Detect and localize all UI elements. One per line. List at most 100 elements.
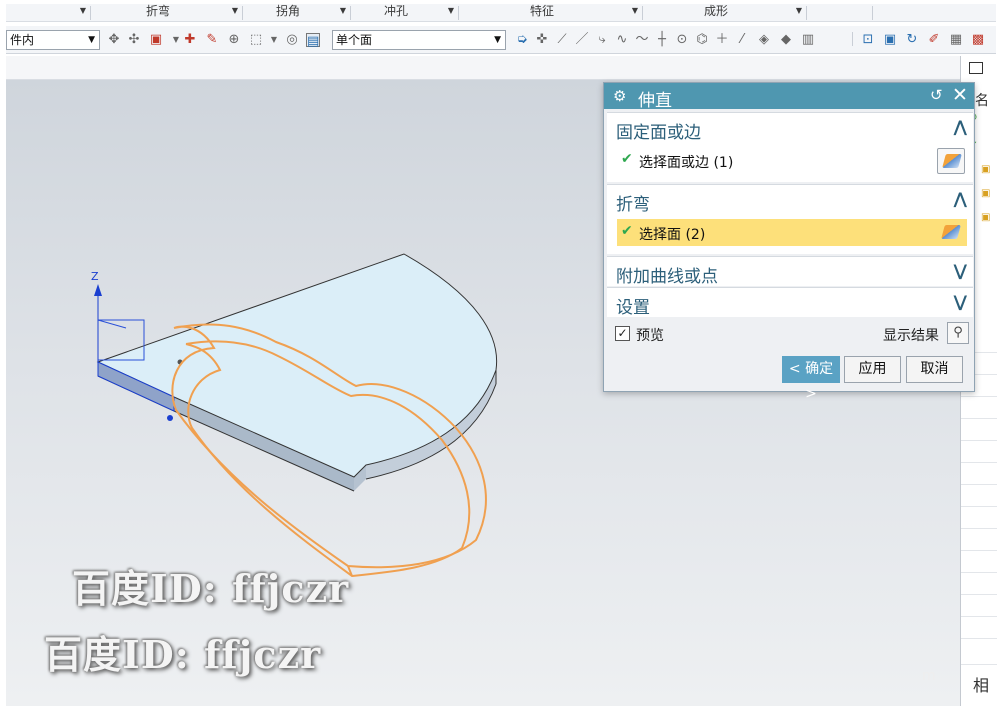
triad-z-label: Z <box>91 270 99 283</box>
view-tab-strip <box>6 56 996 80</box>
preview-row: ✓ 预览 显示结果 ⚲ <box>607 320 973 348</box>
apply-button[interactable]: 应用 <box>844 356 901 383</box>
rectangle-select-icon[interactable]: ⬚ <box>248 32 264 48</box>
magnifier-icon: ⚲ <box>953 325 963 340</box>
select-face-or-edge-row[interactable]: ✔ 选择面或边 (1) <box>617 147 967 174</box>
line-end-icon[interactable]: ⟋ <box>554 32 570 48</box>
bounded-icon[interactable]: ◆ <box>778 32 794 48</box>
select-face-button[interactable] <box>937 148 965 174</box>
divider <box>961 506 997 507</box>
preview-checkbox[interactable]: ✓ <box>615 326 630 341</box>
chevron-down-icon: ▼ <box>79 6 86 15</box>
separator <box>350 6 351 20</box>
chevron-down-icon: ▼ <box>339 6 346 15</box>
line-mid-icon[interactable]: ／ <box>574 32 590 48</box>
select-bend-face-button[interactable] <box>937 220 965 246</box>
view-icon[interactable]: ▣ <box>882 32 898 48</box>
show-result-button[interactable]: ⚲ <box>947 322 969 344</box>
watermark: 百度ID: ffjczr <box>72 566 350 611</box>
ribbon-group-0[interactable]: ▼ <box>6 4 88 22</box>
divider <box>961 594 997 595</box>
dialog-title-bar[interactable]: ⚙ 伸直 ↺ ✕ <box>604 83 974 111</box>
face-select-icon <box>942 154 962 168</box>
solid-icon[interactable]: ◎ <box>284 32 300 48</box>
selection-filter-combo[interactable]: 件内 ▼ <box>6 30 100 50</box>
ok-button[interactable]: < 确定 > <box>782 356 840 402</box>
section-bend-header[interactable]: 折弯 ⋀ <box>607 184 973 215</box>
chevron-down-icon: ▼ <box>494 35 501 45</box>
select-feature-icon[interactable]: ⊕ <box>226 32 242 48</box>
curve-icon[interactable]: ⤷ <box>594 32 610 48</box>
folder-icon[interactable]: ▣ <box>981 188 990 199</box>
divider <box>961 550 997 551</box>
chevron-up-icon[interactable]: ⋀ <box>954 117 967 136</box>
divider <box>961 418 997 419</box>
snap-arrow-icon[interactable]: ➭ <box>514 32 530 48</box>
close-icon[interactable]: ✕ <box>952 84 968 106</box>
divider <box>961 572 997 573</box>
ribbon-group-corner[interactable]: 拐角 ▼ <box>244 4 348 22</box>
wcs-line <box>97 319 127 329</box>
cancel-button[interactable]: 取消 <box>906 356 963 383</box>
filter-icon[interactable]: ✣ <box>126 32 142 48</box>
z-axis-arrow-icon <box>94 284 102 296</box>
gear-icon[interactable]: ⚙ <box>613 87 626 105</box>
divider <box>961 462 997 463</box>
snap-point-icon[interactable]: ✜ <box>534 32 550 48</box>
rotate-icon[interactable]: ↻ <box>904 32 920 48</box>
reset-icon[interactable]: ↺ <box>930 86 943 104</box>
maximize-icon[interactable] <box>969 62 983 74</box>
zoom-fit-icon[interactable]: ⊡ <box>860 32 876 48</box>
anchor-point <box>167 415 173 421</box>
ribbon-group-punch[interactable]: 冲孔 ▼ <box>352 4 456 22</box>
existing-point-icon[interactable]: ＋ <box>714 32 730 48</box>
chevron-down-icon[interactable]: ⋁ <box>954 261 967 280</box>
folder-icon[interactable]: ▣ <box>981 212 990 223</box>
face-point-icon[interactable]: ◈ <box>756 32 772 48</box>
arc-center-icon[interactable]: ⊙ <box>674 32 690 48</box>
line-point-icon[interactable]: ⁄ <box>734 32 750 48</box>
dialog-title: 伸直 <box>638 91 672 111</box>
point-on-curve-icon[interactable]: ∿ <box>614 32 630 48</box>
brush-icon[interactable]: ✐ <box>926 32 942 48</box>
divider <box>961 664 997 665</box>
preview-label: 预览 <box>636 328 664 344</box>
remove-select-icon[interactable]: ✎ <box>204 32 220 48</box>
select-type-icon[interactable]: ▣ <box>148 32 164 48</box>
section-fixed-face-header[interactable]: 固定面或边 ⋀ <box>607 112 973 143</box>
ribbon-group-bend[interactable]: 折弯 ▼ <box>92 4 240 22</box>
divider <box>961 528 997 529</box>
folder-icon[interactable]: ▣ <box>981 164 990 175</box>
section-curves-header[interactable]: 附加曲线或点 ⋁ <box>607 256 973 287</box>
intersection-icon[interactable]: ┼ <box>654 32 670 48</box>
watermark: 百度ID: ffjczr <box>44 632 322 677</box>
navigator-column-header: 名 <box>975 93 989 109</box>
chevron-down-icon[interactable]: ⋁ <box>954 292 967 311</box>
separator <box>642 6 643 20</box>
select-bend-face-label: 选择面 (2) <box>639 227 706 243</box>
snap-icon[interactable]: ✥ <box>106 32 122 48</box>
add-select-icon[interactable]: ✚ <box>182 32 198 48</box>
navigator-footer-tab[interactable]: 相 <box>973 672 989 696</box>
section-title: 附加曲线或点 <box>616 267 718 287</box>
table-icon[interactable]: ▥ <box>800 32 816 48</box>
face-rule-combo[interactable]: 单个面 ▼ <box>332 30 506 50</box>
section-settings-header[interactable]: 设置 ⋁ <box>607 287 973 318</box>
layer-icon[interactable]: ▦ <box>948 32 964 48</box>
grid-icon[interactable]: ▩ <box>970 32 986 48</box>
chevron-down-icon: ▼ <box>88 35 95 45</box>
chevron-down-icon[interactable]: ▼ <box>266 32 282 48</box>
cube-icon[interactable]: ▤ <box>306 33 320 49</box>
divider <box>961 638 997 639</box>
chevron-up-icon[interactable]: ⋀ <box>954 189 967 208</box>
chevron-down-icon: ▼ <box>231 6 238 15</box>
select-bend-face-row[interactable]: ✔ 选择面 (2) <box>617 219 967 246</box>
ribbon-group-form[interactable]: 成形 ▼ <box>644 4 804 22</box>
separator <box>458 6 459 20</box>
spline-icon[interactable]: ～ <box>634 32 650 48</box>
quadrant-icon[interactable]: ⌬ <box>694 32 710 48</box>
show-result-label: 显示结果 <box>883 328 939 344</box>
select-face-or-edge-label: 选择面或边 (1) <box>639 155 734 171</box>
ribbon-group-feature[interactable]: 特征 ▼ <box>460 4 640 22</box>
chevron-down-icon: ▼ <box>795 6 802 15</box>
